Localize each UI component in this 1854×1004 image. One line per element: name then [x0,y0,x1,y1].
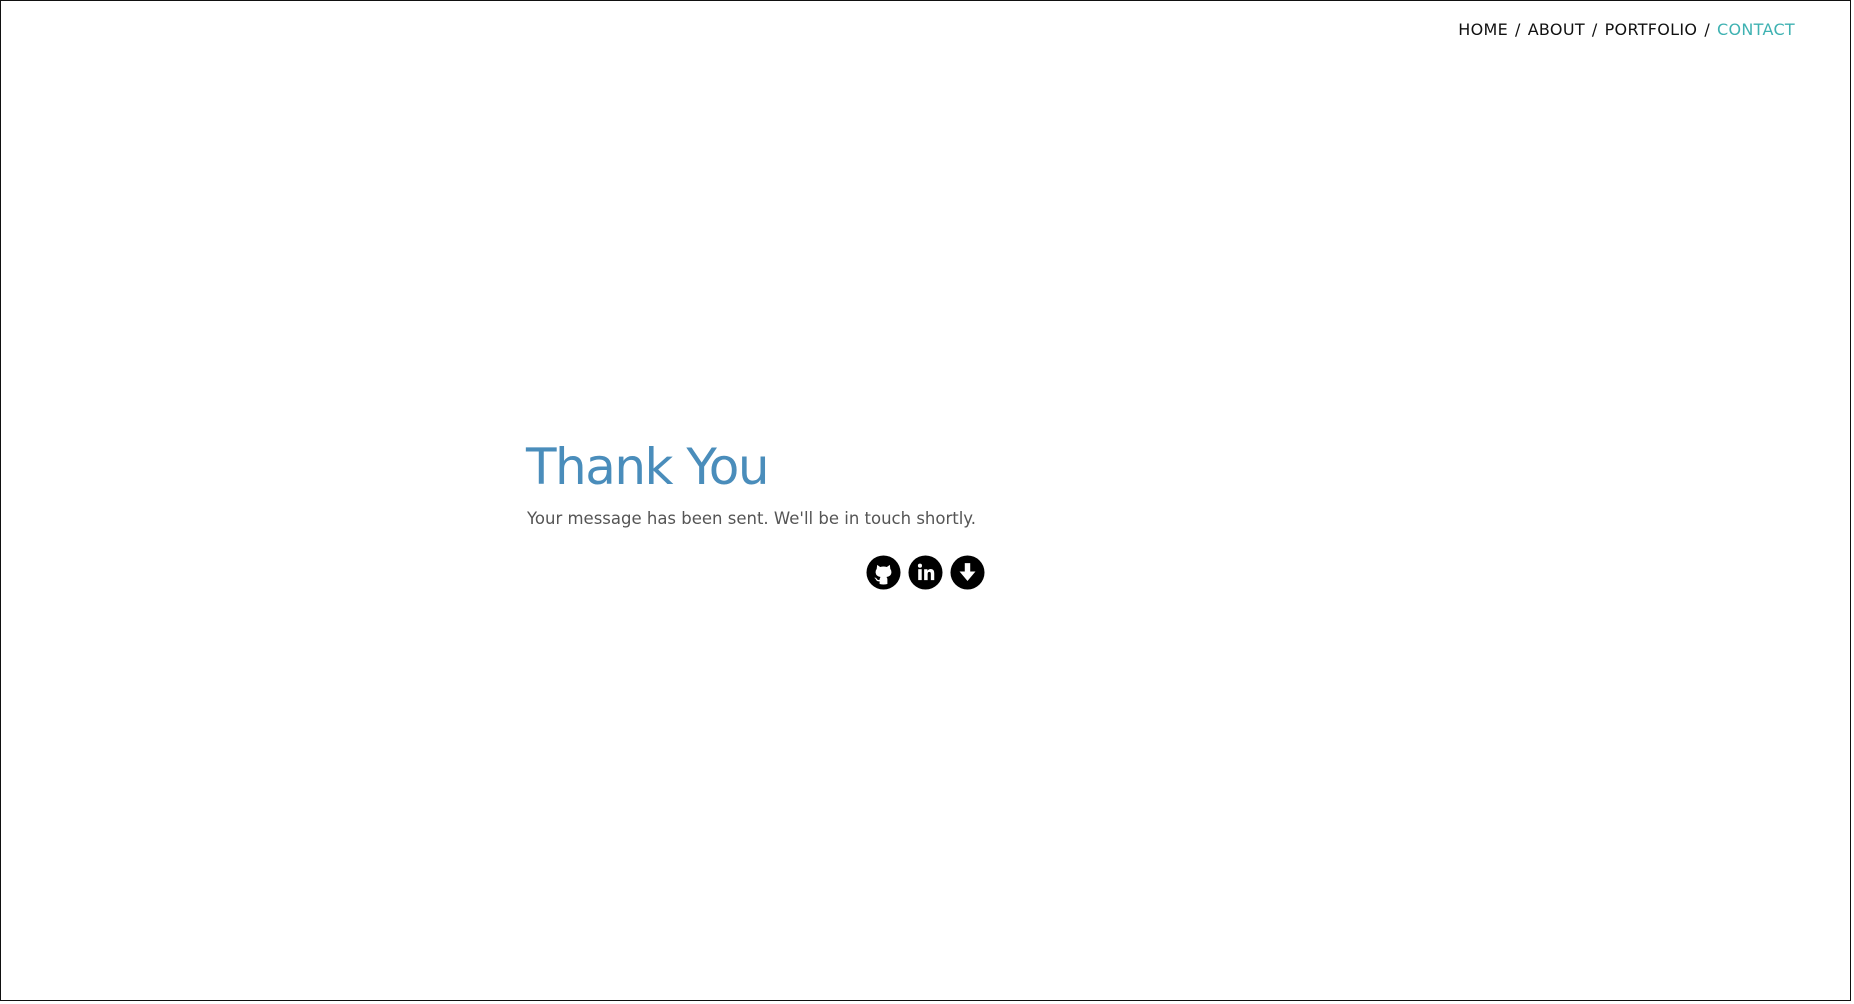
main-nav: HOME / ABOUT / PORTFOLIO / CONTACT [1458,20,1795,39]
download-link[interactable] [950,555,985,590]
nav-separator: / [1514,20,1521,39]
nav-link-about[interactable]: ABOUT [1528,20,1585,39]
linkedin-link[interactable] [908,555,943,590]
nav-separator: / [1704,20,1711,39]
nav-link-portfolio[interactable]: PORTFOLIO [1605,20,1698,39]
confirmation-message: Your message has been sent. We'll be in … [527,509,976,528]
download-icon [950,555,985,590]
nav-link-contact[interactable]: CONTACT [1717,20,1795,39]
page-title: Thank You [526,438,770,496]
nav-link-home[interactable]: HOME [1458,20,1508,39]
thank-you-section: Thank You Your message has been sent. We… [526,437,976,531]
social-links [866,555,985,590]
github-icon [866,555,901,590]
linkedin-icon [908,555,943,590]
nav-separator: / [1591,20,1598,39]
github-link[interactable] [866,555,901,590]
